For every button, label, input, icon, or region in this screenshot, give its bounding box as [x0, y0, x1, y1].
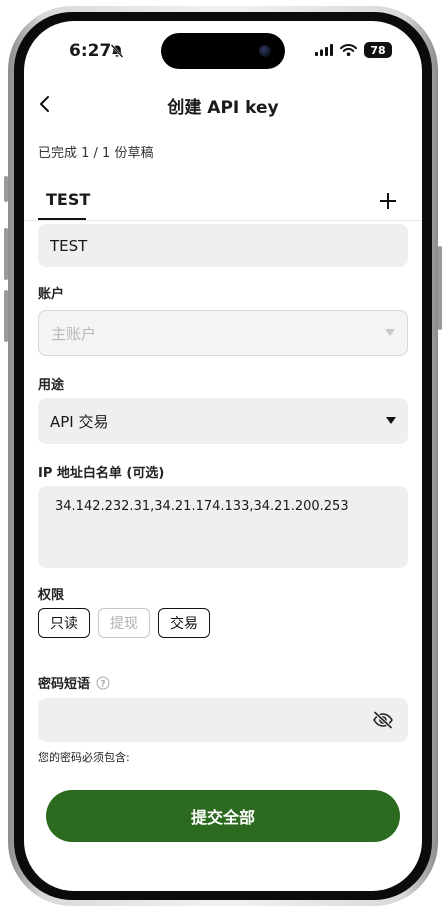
- passphrase-label: 密码短语: [38, 677, 91, 692]
- tab-test[interactable]: TEST: [46, 190, 90, 209]
- dropdown-arrow-icon: [385, 329, 395, 336]
- cellular-signal-icon: [315, 44, 333, 56]
- purpose-select[interactable]: API 交易: [38, 398, 408, 444]
- tab-divider: [24, 220, 422, 221]
- key-name-input[interactable]: TEST: [38, 224, 408, 267]
- camera-icon: [259, 45, 271, 57]
- wifi-icon: [340, 44, 357, 56]
- permission-withdraw-chip[interactable]: 提现: [98, 608, 150, 638]
- passphrase-label-row: 密码短语 ?: [38, 673, 110, 692]
- screen: 6:27 78 创建 API key 已完成 1 / 1 份草稿 TEST TE…: [24, 21, 422, 891]
- purpose-label: 用途: [38, 378, 65, 393]
- submit-all-button[interactable]: 提交全部: [46, 790, 400, 842]
- account-select: 主账户: [38, 310, 408, 356]
- volume-down-button: [4, 290, 8, 342]
- draft-progress-text: 已完成 1 / 1 份草稿: [38, 146, 154, 161]
- account-value: 主账户: [51, 324, 97, 343]
- status-time: 6:27: [69, 41, 112, 61]
- help-icon[interactable]: ?: [96, 676, 110, 690]
- status-icons: 78: [315, 42, 392, 58]
- ip-whitelist-value: 34.142.232.31,34.21.174.133,34.21.200.25…: [55, 499, 349, 514]
- dropdown-arrow-icon: [386, 417, 396, 424]
- passphrase-input[interactable]: [38, 698, 408, 742]
- purpose-value: API 交易: [50, 412, 109, 431]
- volume-up-button: [4, 228, 8, 280]
- account-label: 账户: [38, 287, 65, 302]
- eye-off-icon[interactable]: [372, 711, 394, 729]
- bell-muted-icon: [110, 43, 124, 62]
- passphrase-hint: 您的密码必须包含:: [38, 751, 130, 764]
- dynamic-island: [161, 33, 285, 69]
- permissions-label: 权限: [38, 588, 65, 603]
- power-button: [438, 246, 442, 330]
- plus-icon: [380, 193, 396, 209]
- ip-whitelist-label: IP 地址白名单 (可选): [38, 466, 165, 481]
- svg-text:?: ?: [100, 679, 105, 689]
- permission-read-only-chip[interactable]: 只读: [38, 608, 90, 638]
- permission-trade-chip[interactable]: 交易: [158, 608, 210, 638]
- battery-icon: 78: [364, 42, 392, 58]
- mute-switch: [4, 176, 8, 202]
- add-tab-button[interactable]: [376, 189, 400, 213]
- page-title: 创建 API key: [167, 98, 279, 118]
- key-name-value: TEST: [50, 236, 88, 255]
- ip-whitelist-textarea[interactable]: 34.142.232.31,34.21.174.133,34.21.200.25…: [38, 486, 408, 568]
